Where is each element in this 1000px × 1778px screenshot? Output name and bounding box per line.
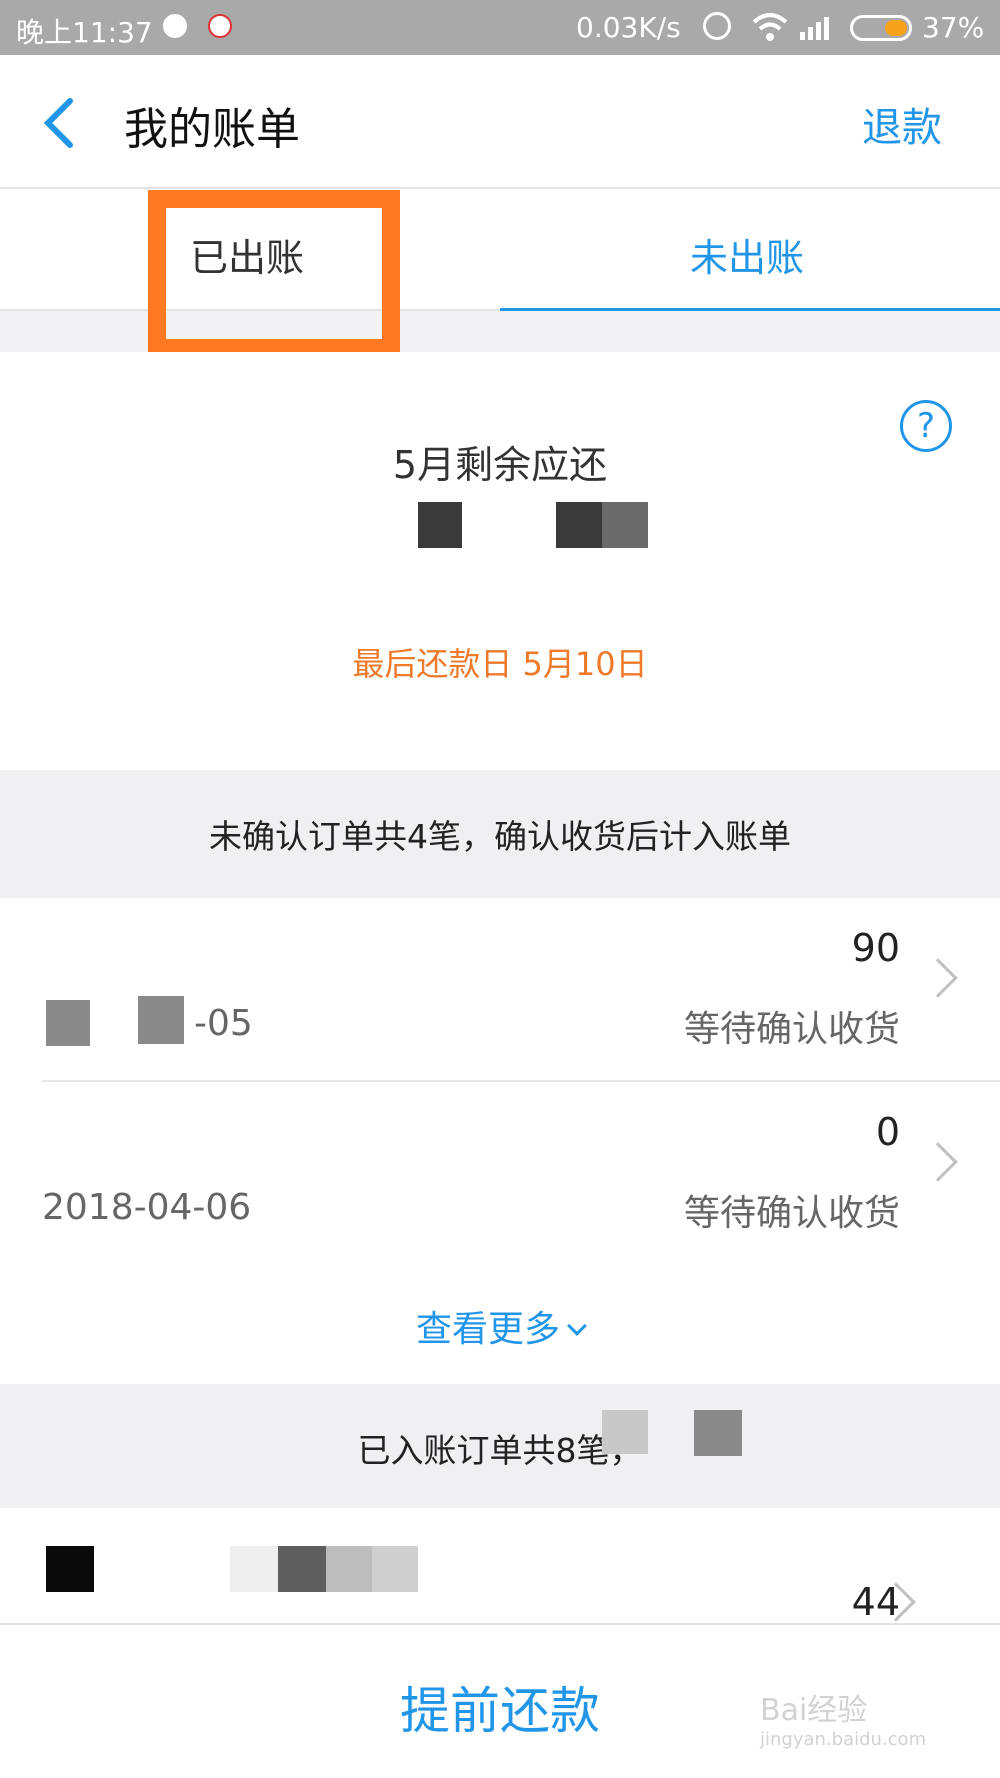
billed-notice-text: 已入账订单共8笔，: [357, 1431, 643, 1470]
redaction-block: [326, 1546, 372, 1592]
battery-percent: 37%: [922, 11, 985, 44]
bill-summary-card: ? 5月剩余应还 最后还款日 5月10日: [0, 352, 1000, 770]
list-item[interactable]: -05 90 等待确认收货: [42, 898, 1000, 1082]
order-amount: 90: [851, 926, 900, 970]
watermark-brand: Bai经验: [760, 1693, 868, 1728]
unconfirmed-notice: 未确认订单共4笔，确认收货后计入账单: [0, 770, 1000, 898]
tab-unbilled[interactable]: 未出账: [500, 189, 1000, 311]
app-header: 我的账单 退款: [0, 55, 1000, 189]
wifi-icon: [752, 13, 788, 41]
redaction-block: [556, 502, 602, 548]
order-date: -05: [194, 1003, 253, 1044]
order-status: 等待确认收货: [683, 1193, 900, 1234]
billed-notice: 已入账订单共8笔，: [0, 1384, 1000, 1508]
redaction-block: [138, 996, 184, 1044]
redaction-block: [372, 1546, 418, 1592]
status-bar: 晚上11:37 0.03K/s 37%: [0, 0, 1000, 55]
signal-icon: [800, 14, 836, 40]
notification-icon: [163, 14, 187, 38]
alarm-icon: [703, 12, 731, 40]
redaction-block: [46, 1000, 90, 1046]
order-amount: 0: [875, 1110, 900, 1154]
tab-unbilled-label: 未出账: [690, 236, 805, 280]
chevron-down-icon: [567, 1316, 587, 1336]
chevron-right-icon: [918, 958, 958, 998]
annotation-highlight-box: [148, 190, 400, 357]
network-speed: 0.03K/s: [576, 11, 681, 44]
redaction-block: [602, 502, 648, 548]
page-title: 我的账单: [124, 104, 300, 155]
billed-order-list: 44: [0, 1508, 1000, 1624]
order-status: 等待确认收货: [683, 1009, 900, 1050]
refund-button[interactable]: 退款: [862, 95, 942, 153]
redaction-block: [694, 1410, 742, 1456]
back-arrow-icon[interactable]: [40, 97, 80, 149]
see-more-button[interactable]: 查看更多: [0, 1262, 1000, 1384]
notification-icon-2: [208, 14, 232, 38]
list-item[interactable]: 2018-04-06 0 等待确认收货: [42, 1082, 1000, 1266]
order-date: 2018-04-06: [42, 1187, 252, 1228]
chevron-right-icon: [918, 1142, 958, 1182]
status-time: 晚上11:37: [16, 16, 153, 49]
battery-icon: [850, 15, 912, 41]
redaction-block: [278, 1546, 326, 1592]
summary-amount-redacted: [0, 502, 1000, 562]
unconfirmed-order-list: -05 90 等待确认收货 2018-04-06 0 等待确认收货: [0, 898, 1000, 1266]
redaction-block: [46, 1546, 94, 1592]
list-item[interactable]: 44: [0, 1508, 1000, 1624]
redaction-block: [230, 1546, 278, 1592]
see-more-label: 查看更多: [415, 1309, 560, 1350]
redaction-block: [602, 1410, 648, 1454]
watermark-url: jingyan.baidu.com: [760, 1729, 927, 1750]
summary-label: 5月剩余应还: [392, 443, 608, 487]
due-date: 最后还款日 5月10日: [352, 645, 648, 683]
redaction-block: [418, 502, 462, 548]
watermark: Bai经验 jingyan.baidu.com: [760, 1685, 926, 1750]
